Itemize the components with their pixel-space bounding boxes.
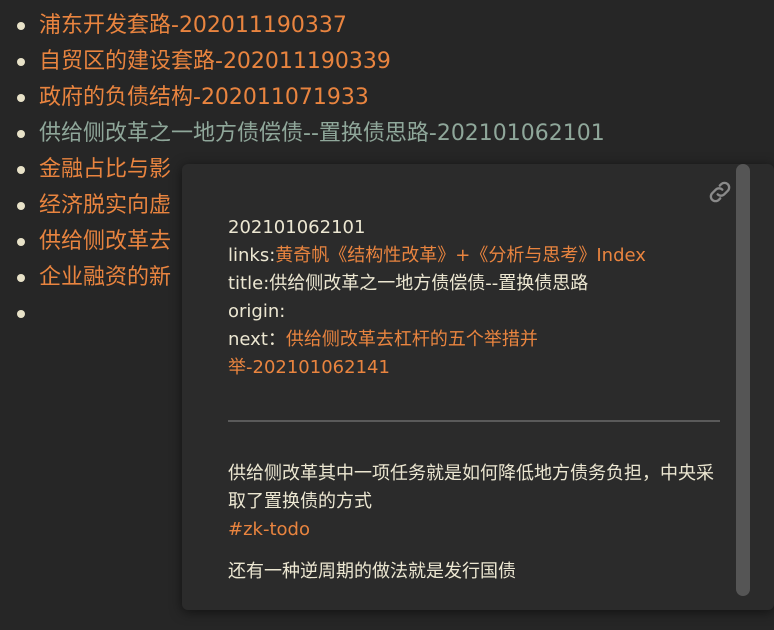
note-link[interactable]: 企业融资的新: [39, 265, 171, 290]
title-row: title:供给侧改革之一地方债偿债--置换债思路: [228, 273, 589, 294]
bullet-icon: [17, 238, 25, 246]
link-icon[interactable]: [706, 178, 734, 206]
list-item: 供给侧改革之一地方债偿债--置换债思路-202101062101: [0, 116, 774, 152]
note-link[interactable]: 政府的负债结构-202011071933: [39, 85, 369, 110]
list-item: 浦东开发套路-202011190337: [0, 8, 774, 44]
next-label: next：: [228, 329, 286, 350]
note-view: 浦东开发套路-202011190337 自贸区的建设套路-20201119033…: [0, 0, 774, 630]
tag-link[interactable]: #zk-todo: [228, 519, 310, 540]
origin-row: origin:: [228, 301, 286, 322]
scrollbar-thumb[interactable]: [736, 164, 750, 596]
note-link[interactable]: 经济脱实向虚: [39, 193, 171, 218]
body-text: 供给侧改革其中一项任务就是如何降低地方债务负担，中央采取了置换债的方式: [228, 463, 714, 512]
bullet-icon: [17, 94, 25, 102]
bullet-icon: [17, 202, 25, 210]
note-link[interactable]: 浦东开发套路-202011190337: [39, 13, 347, 38]
hover-preview-popover: 202101062101 links:黄奇帆《结构性改革》+《分析与思考》Ind…: [182, 164, 774, 610]
preview-metadata: 202101062101 links:黄奇帆《结构性改革》+《分析与思考》Ind…: [228, 214, 728, 382]
bullet-icon: [17, 166, 25, 174]
note-link[interactable]: 金融占比与影: [39, 157, 171, 182]
divider: [228, 420, 720, 422]
bullet-icon: [17, 130, 25, 138]
list-item: 自贸区的建设套路-202011190339: [0, 44, 774, 80]
bullet-icon: [17, 22, 25, 30]
note-link[interactable]: 自贸区的建设套路-202011190339: [39, 49, 391, 74]
links-row: links:黄奇帆《结构性改革》+《分析与思考》Index: [228, 242, 728, 270]
preview-body: 供给侧改革其中一项任务就是如何降低地方债务负担，中央采取了置换债的方式 #zk-…: [228, 460, 728, 600]
bullet-icon: [17, 310, 25, 318]
body-paragraph: 还有一种逆周期的做法就是发行国债: [228, 561, 516, 582]
next-row: next：供给侧改革去杠杆的五个举措并举-202101062141: [228, 326, 608, 382]
list-item: 政府的负债结构-202011071933: [0, 80, 774, 116]
note-link-hovered[interactable]: 供给侧改革之一地方债偿债--置换债思路-202101062101: [39, 121, 605, 146]
scrollbar[interactable]: [736, 164, 750, 610]
note-link[interactable]: 供给侧改革去: [39, 229, 171, 254]
bullet-icon: [17, 58, 25, 66]
body-paragraph: 供给侧改革其中一项任务就是如何降低地方债务负担，中央采取了置换债的方式 #zk-…: [228, 460, 728, 544]
note-id: 202101062101: [228, 217, 366, 238]
links-label: links:: [228, 245, 276, 266]
bullet-icon: [17, 274, 25, 282]
links-link[interactable]: 黄奇帆《结构性改革》+《分析与思考》Index: [275, 245, 646, 266]
